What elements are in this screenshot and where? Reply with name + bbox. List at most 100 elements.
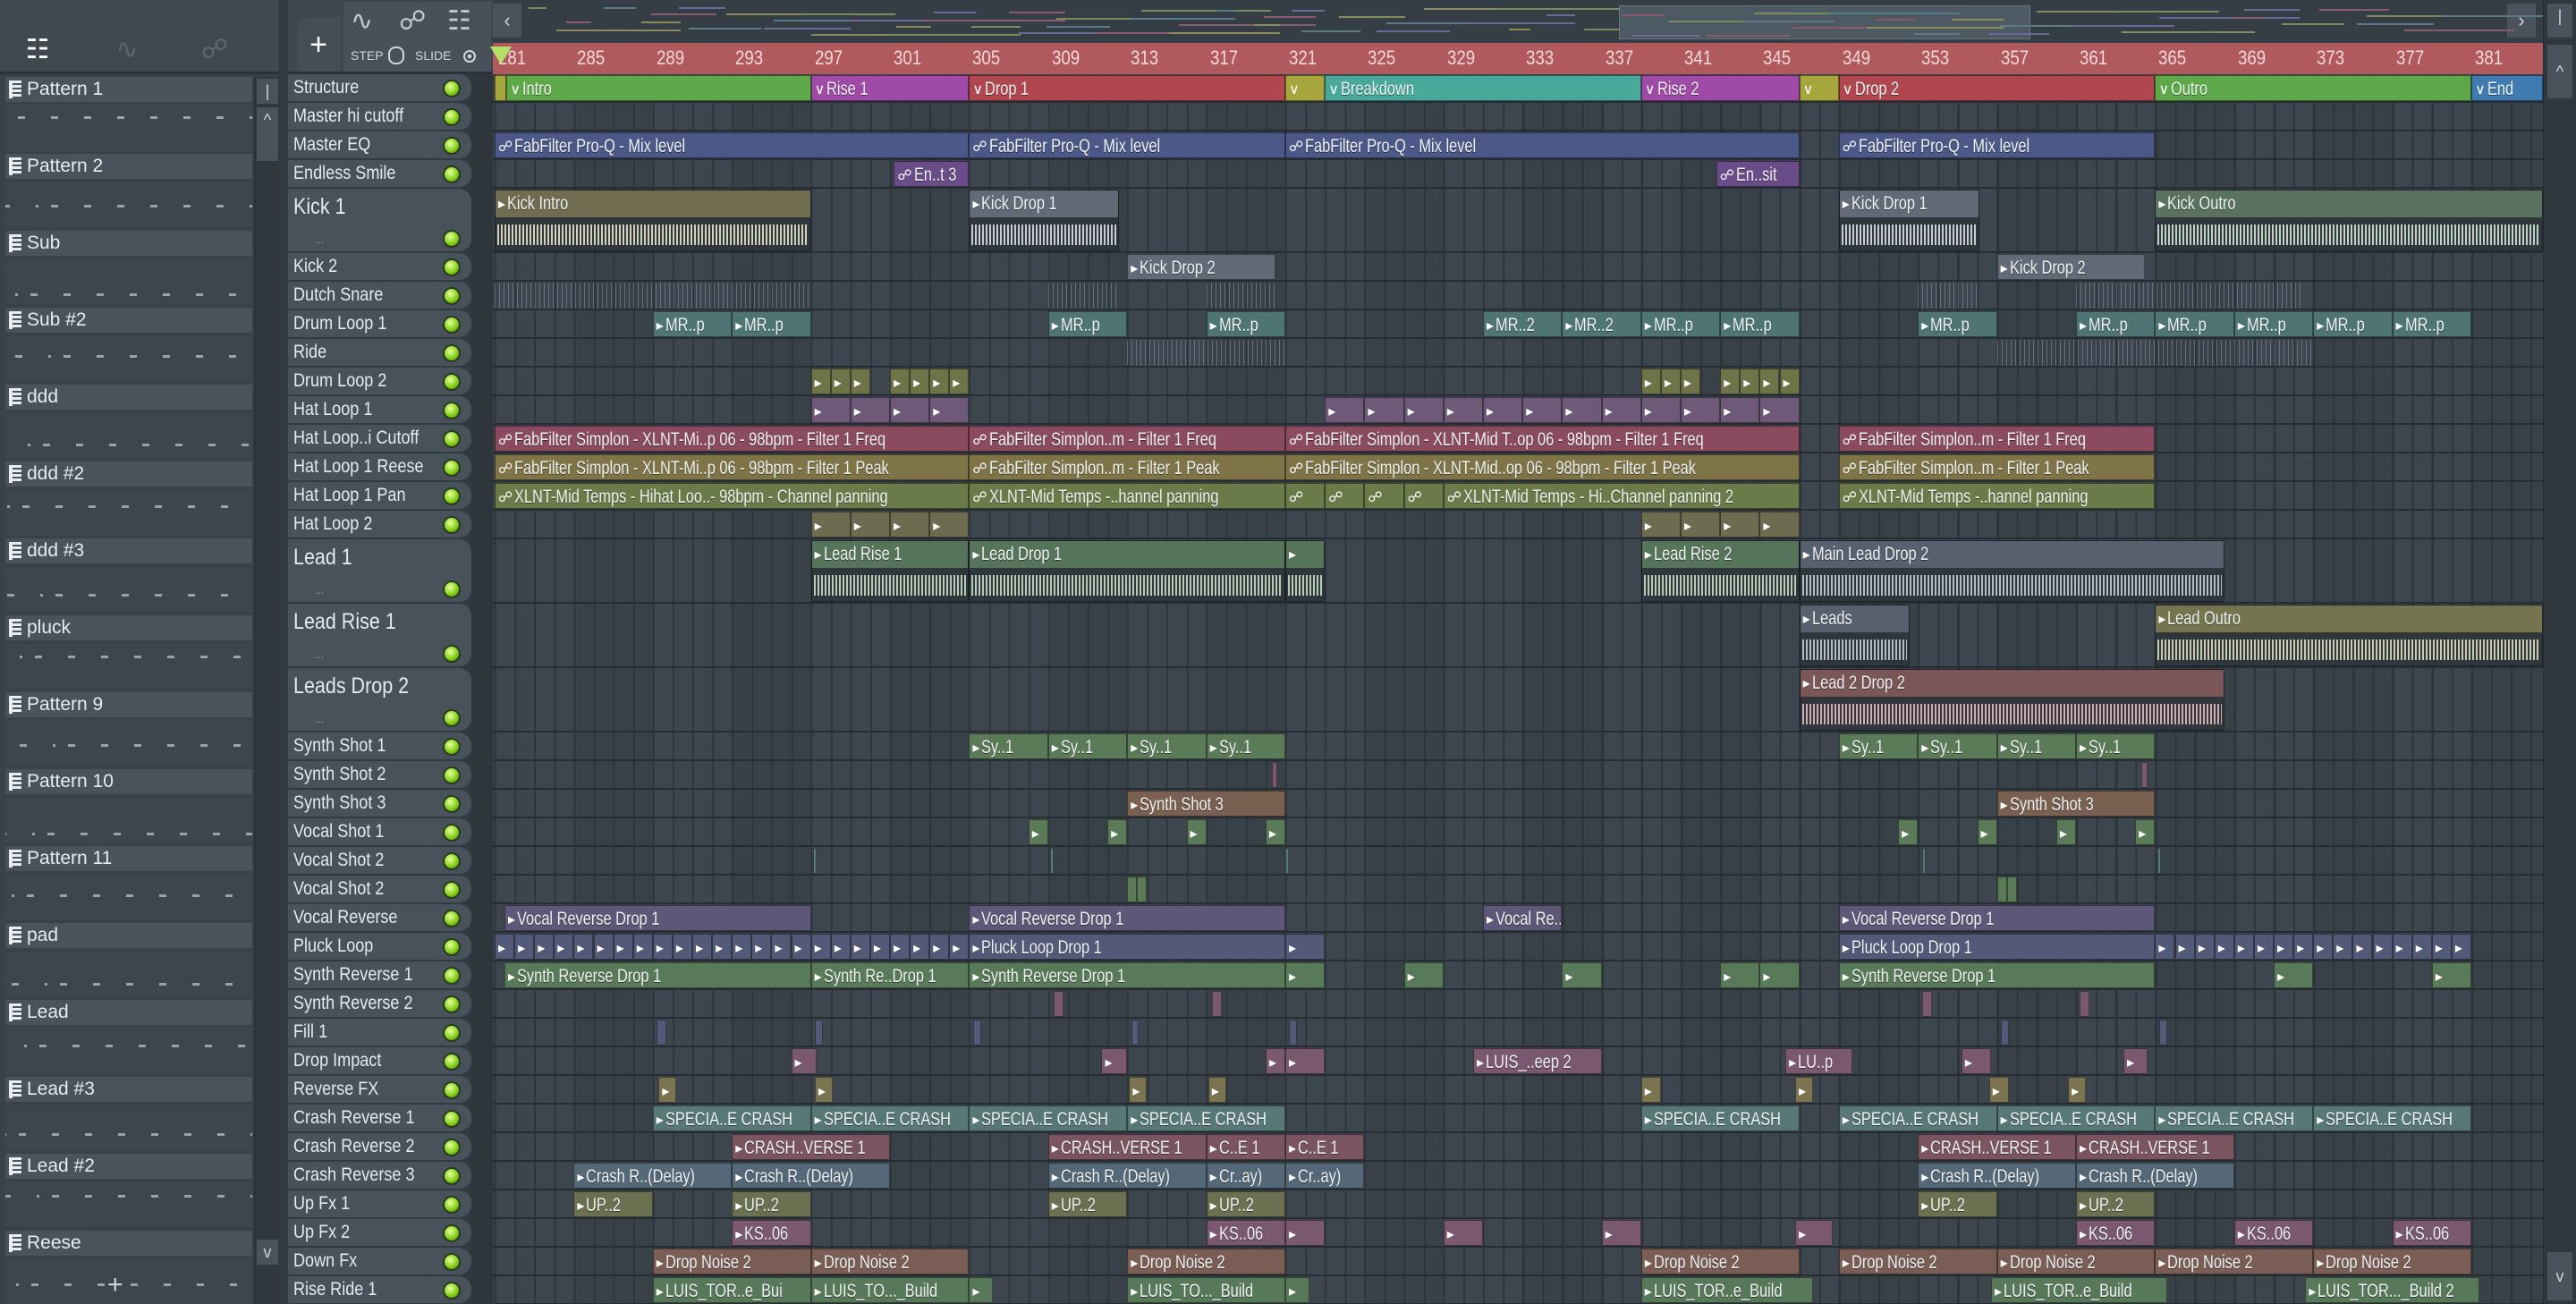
audio-clip[interactable]: ▸ Synth Re..Drop 1 [810,962,970,988]
audio-clip[interactable] [1131,1020,1140,1046]
audio-clip[interactable] [1137,876,1148,902]
track-mute-led[interactable] [443,709,461,727]
audio-clip[interactable]: ▸ Lead 2 Drop 2 [1799,669,2224,731]
audio-clip[interactable]: ▸ [2123,1048,2148,1074]
audio-clip[interactable]: ▸ SPECIA..E CRASH [969,1105,1128,1131]
audio-clip[interactable]: ▸ [712,934,733,960]
audio-clip[interactable] [2001,1020,2009,1046]
scroll-handle-icon[interactable]: | [257,79,278,104]
audio-clip[interactable]: ▸ [850,397,890,423]
audio-clip[interactable]: ▸ Crash R..(Delay) [573,1163,733,1189]
track-mute-led[interactable] [443,967,461,985]
track-mute-led[interactable] [443,852,461,870]
pattern-item[interactable]: ddd [5,385,252,461]
audio-clip[interactable]: ▸ [495,934,515,960]
track-header[interactable]: Synth Shot 3 [288,790,471,817]
audio-clip[interactable]: ▸ [554,934,574,960]
audio-clip[interactable] [1212,991,1223,1017]
audio-clip[interactable]: ▸ [672,934,692,960]
audio-clip[interactable]: ▸ [613,934,633,960]
audio-clip[interactable]: ▸ C..E 1 [1285,1134,1365,1160]
track-header[interactable]: Hat Loop..i Cutoff [288,425,471,453]
audio-clip[interactable]: ▸ [929,934,950,960]
audio-clip[interactable]: ▸ [1028,819,1048,845]
audio-clip[interactable]: ▸ [830,368,851,394]
automation-clip[interactable]: ☍ FabFilter Simplon - XLNT-Mid T..op 06 -… [1285,426,1800,452]
audio-clip[interactable]: ▸ SPECIA..E CRASH [652,1105,811,1131]
audio-clip[interactable]: ▸ [869,934,890,960]
automation-clip[interactable]: ☍ [1325,483,1365,509]
track-mute-led[interactable] [443,516,461,534]
track-header[interactable]: Endless Smile [288,160,471,188]
audio-clip[interactable]: ▸ [2068,1077,2087,1103]
audio-clip[interactable]: ▸ [514,934,535,960]
audio-clip[interactable]: ▸ [2392,934,2412,960]
audio-clip[interactable]: ▸ Lead Rise 2 [1640,540,1800,602]
ghost-clip[interactable] [1206,283,1275,309]
track-header[interactable]: Vocal Shot 1 [288,818,471,846]
pattern-item[interactable]: Lead [5,1000,252,1077]
audio-clip[interactable]: ▸ [751,934,772,960]
track-header[interactable]: Kick 2 [288,253,471,281]
audio-clip[interactable]: ▸ [1759,512,1800,538]
audio-clip[interactable]: ▸ [1681,397,1721,423]
automation-clip[interactable]: ☍ XLNT-Mid Temps -..hannel panning [969,483,1285,509]
audio-clip[interactable]: ▸ [2333,934,2353,960]
audio-clip[interactable]: ▸ Synth Reverse Drop 1 [969,962,1285,988]
audio-clip[interactable]: ▸ MR..p [1206,311,1285,337]
step-toggle[interactable] [388,47,404,64]
audio-clip[interactable]: ▸ LUIS_..eep 2 [1472,1048,1602,1074]
pattern-header[interactable]: ddd #2 [5,461,252,487]
audio-clip[interactable]: ▸ [1720,397,1760,423]
audio-clip[interactable]: ▸ [1601,397,1641,423]
pattern-header[interactable]: Pattern 2 [5,154,252,179]
track-mute-led[interactable] [443,137,461,155]
pattern-header[interactable]: pad [5,923,252,948]
audio-clip[interactable]: ▸ Drop Noise 2 [1996,1249,2156,1274]
pattern-header[interactable]: Pattern 9 [5,692,252,717]
audio-clip[interactable]: ▸ MR..p [2392,311,2471,337]
automation-clip-icon[interactable]: ☍ [197,34,233,66]
audio-clip[interactable]: ▸ UP..2 [732,1191,811,1217]
pattern-item[interactable]: Pattern 2 [5,154,252,231]
audio-clip[interactable] [1921,991,1932,1017]
ghost-clip[interactable] [1047,283,1118,309]
track-mute-led[interactable] [443,316,461,334]
audio-clip[interactable] [657,1020,667,1046]
pattern-header[interactable]: pluck [5,615,252,640]
audio-clip[interactable]: ▸ MR..p [732,311,811,337]
audio-clip[interactable] [2157,848,2162,874]
track-mute-led[interactable] [443,258,461,276]
marker-clip[interactable]: ∨ Rise 2 [1640,75,1800,101]
automation-clip[interactable]: ☍ [1285,483,1326,509]
audio-clip[interactable]: ▸ [810,397,851,423]
track-header[interactable]: Structure [288,74,471,102]
scroll-right-button[interactable]: › [2507,4,2536,38]
audio-clip[interactable]: ▸ [2411,934,2432,960]
audio-clip[interactable]: ▸ [2055,819,2076,845]
audio-clip[interactable]: ▸ MR..p [1047,311,1128,337]
track-header[interactable]: Crash Reverse 3 [288,1162,471,1190]
audio-clip[interactable]: ▸ [1285,540,1326,602]
audio-clip[interactable]: ▸ LUIS_TOR..e_Build [1990,1277,2167,1303]
audio-clip-icon[interactable]: ∿ [109,34,145,66]
audio-clip[interactable]: ▸ [658,1077,677,1103]
audio-clip[interactable]: ▸ [1522,397,1563,423]
audio-clip[interactable]: ▸ KS..06 [2233,1220,2314,1246]
track-mute-led[interactable] [443,373,461,391]
audio-clip[interactable]: ▸ [692,934,713,960]
audio-clip[interactable]: ▸ Drop Noise 2 [1640,1249,1800,1274]
audio-clip[interactable]: ▸ [1779,368,1800,394]
track-mute-led[interactable] [443,1139,461,1156]
audio-clip[interactable]: ▸ [2155,934,2175,960]
audio-clip[interactable]: ▸ [1795,1220,1834,1246]
audio-clip[interactable]: ▸ [890,512,930,538]
playlist-grid[interactable]: ∨ Intro ∨ Rise 1 ∨ Drop 1 ∨ ∨ Breakdown ∨ Rise 2 ∨ ∨… [493,74,2543,1304]
pattern-header[interactable]: ddd [5,385,252,410]
audio-clip[interactable]: ▸ [1795,1077,1814,1103]
track-mute-led[interactable] [443,580,461,598]
audio-clip[interactable]: ▸ MR..p [1918,311,1997,337]
audio-clip[interactable]: ▸ Lead Drop 1 [969,540,1285,602]
audio-clip[interactable]: ▸ C..E 1 [1206,1134,1285,1160]
audio-clip[interactable]: ▸ KS..06 [732,1220,811,1246]
